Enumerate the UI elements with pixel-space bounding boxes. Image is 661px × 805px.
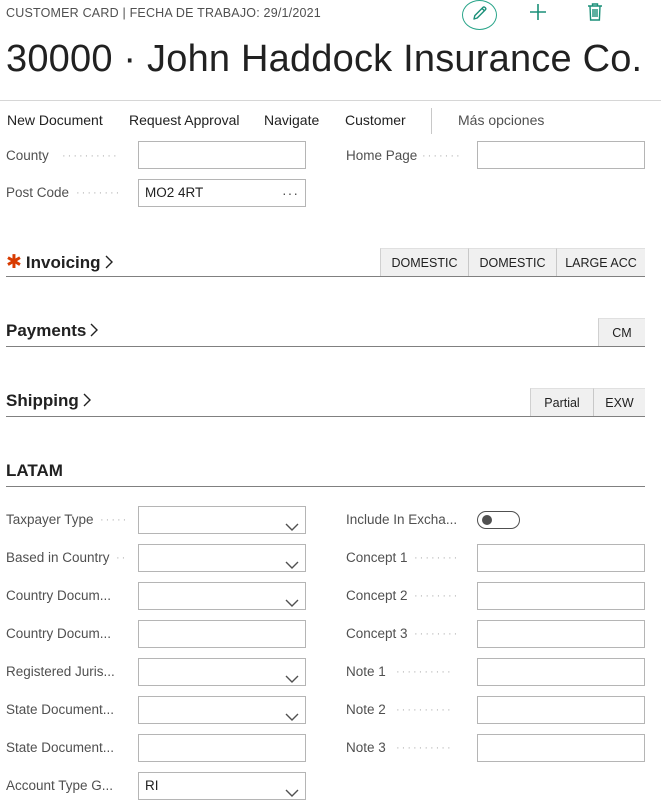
note-1-label: Note 1 <box>346 664 386 679</box>
chevron-down-icon <box>285 705 299 721</box>
country-document-number-label: Country Docum... <box>6 626 112 641</box>
shipping-divider <box>6 416 645 417</box>
header-actions <box>462 0 642 30</box>
payments-section-header[interactable]: Payments <box>6 321 99 341</box>
shipping-chip[interactable]: EXW <box>593 388 645 416</box>
field-dots: ·········· <box>396 742 453 754</box>
field-dots: ········ <box>414 628 460 640</box>
state-document-type-label: State Document... <box>6 702 115 717</box>
trash-icon <box>586 2 604 27</box>
concept-3-label: Concept 3 <box>346 626 408 641</box>
state-document-number-field[interactable] <box>138 734 306 762</box>
new-button[interactable] <box>526 2 550 26</box>
based-in-country-label: Based in Country <box>6 550 110 565</box>
navigate-action[interactable]: Navigate <box>264 112 319 128</box>
latam-divider <box>6 486 645 487</box>
more-options-action[interactable]: Más opciones <box>458 112 544 128</box>
customer-action[interactable]: Customer <box>345 112 406 128</box>
field-dots: ·· <box>116 552 128 564</box>
chevron-down-icon <box>285 667 299 683</box>
home-page-dots: ······· <box>422 150 462 162</box>
county-dots: ·········· <box>62 150 119 162</box>
home-page-field[interactable] <box>477 141 645 169</box>
post-code-label: Post Code <box>6 185 70 200</box>
taxpayer-type-select[interactable] <box>138 506 306 534</box>
payments-title: Payments <box>6 321 87 340</box>
chevron-down-icon <box>285 553 299 569</box>
new-document-action[interactable]: New Document <box>7 112 103 128</box>
chevron-right-icon <box>89 322 99 337</box>
include-in-exchange-toggle[interactable] <box>477 511 520 529</box>
state-document-number-label: State Document... <box>6 740 115 755</box>
based-in-country-select[interactable] <box>138 544 306 572</box>
shipping-chips: Partial EXW <box>530 388 645 416</box>
payments-chip[interactable]: CM <box>598 318 645 346</box>
plus-icon <box>528 2 548 27</box>
request-approval-action[interactable]: Request Approval <box>129 112 240 128</box>
post-code-value: MO2 4RT <box>145 185 204 200</box>
page-caption: CUSTOMER CARD | FECHA DE TRABAJO: 29/1/2… <box>6 6 321 20</box>
chevron-right-icon <box>104 254 114 269</box>
invoicing-title: Invoicing <box>25 253 101 272</box>
field-dots: ········ <box>414 590 460 602</box>
page-title: 30000 · John Haddock Insurance Co. <box>6 38 643 80</box>
title-divider <box>0 100 661 101</box>
toggle-knob <box>482 515 492 525</box>
note-2-label: Note 2 <box>346 702 386 717</box>
edit-button[interactable] <box>462 0 497 30</box>
concept-1-label: Concept 1 <box>346 550 408 565</box>
concept-2-field[interactable] <box>477 582 645 610</box>
concept-1-field[interactable] <box>477 544 645 572</box>
home-page-label: Home Page <box>346 148 418 163</box>
invoicing-divider <box>6 276 645 277</box>
country-document-number-field[interactable] <box>138 620 306 648</box>
payments-divider <box>6 346 645 347</box>
post-code-field[interactable]: MO2 4RT ··· <box>138 179 306 207</box>
chevron-down-icon <box>285 591 299 607</box>
note-3-label: Note 3 <box>346 740 386 755</box>
chevron-down-icon <box>285 781 299 797</box>
chevron-down-icon <box>285 515 299 531</box>
payments-chips: CM <box>598 318 645 346</box>
delete-button[interactable] <box>583 2 607 26</box>
account-type-value: RI <box>145 778 159 793</box>
invoicing-chip[interactable]: DOMESTIC <box>468 248 556 276</box>
post-code-dots: ········ <box>76 187 122 199</box>
field-dots: ········ <box>414 552 460 564</box>
edit-icon <box>471 4 489 27</box>
country-document-type-label: Country Docum... <box>6 588 112 603</box>
latam-title: LATAM <box>6 461 63 480</box>
registered-jurisdiction-select[interactable] <box>138 658 306 686</box>
include-in-exchange-label: Include In Excha... <box>346 512 458 527</box>
taxpayer-type-label: Taxpayer Type <box>6 512 94 527</box>
concept-3-field[interactable] <box>477 620 645 648</box>
account-type-label: Account Type G... <box>6 778 114 793</box>
chevron-right-icon <box>82 392 92 407</box>
invoicing-chip[interactable]: DOMESTIC <box>380 248 468 276</box>
action-separator <box>431 108 432 134</box>
account-type-select[interactable]: RI <box>138 772 306 800</box>
county-label: County <box>6 148 49 163</box>
invoicing-chips: DOMESTIC DOMESTIC LARGE ACC <box>380 248 645 276</box>
note-1-field[interactable] <box>477 658 645 686</box>
shipping-section-header[interactable]: Shipping <box>6 391 92 411</box>
latam-section-header[interactable]: LATAM <box>6 461 63 481</box>
field-dots: ····· <box>100 514 129 526</box>
required-icon: ✱ <box>6 252 22 273</box>
state-document-type-select[interactable] <box>138 696 306 724</box>
note-3-field[interactable] <box>477 734 645 762</box>
field-dots: ·········· <box>396 666 453 678</box>
shipping-chip[interactable]: Partial <box>530 388 593 416</box>
registered-jurisdiction-label: Registered Juris... <box>6 664 115 679</box>
invoicing-section-header[interactable]: ✱ Invoicing <box>6 251 114 274</box>
shipping-title: Shipping <box>6 391 79 410</box>
country-document-type-select[interactable] <box>138 582 306 610</box>
concept-2-label: Concept 2 <box>346 588 408 603</box>
county-field[interactable] <box>138 141 306 169</box>
note-2-field[interactable] <box>477 696 645 724</box>
invoicing-chip[interactable]: LARGE ACC <box>556 248 645 276</box>
lookup-ellipsis-icon[interactable]: ··· <box>282 180 299 206</box>
field-dots: ·········· <box>396 704 453 716</box>
action-bar: New Document Request Approval Navigate C… <box>0 108 661 136</box>
